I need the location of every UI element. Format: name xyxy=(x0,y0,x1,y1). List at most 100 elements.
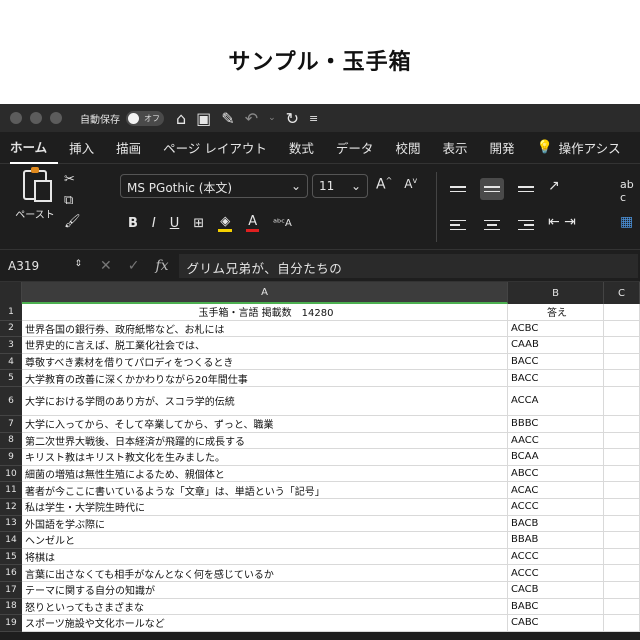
cell-b[interactable]: ACCC xyxy=(508,498,604,516)
cell-b[interactable]: 答え xyxy=(508,304,604,321)
row-header[interactable]: 1 xyxy=(0,304,22,321)
align-left-icon[interactable] xyxy=(446,214,470,236)
cell-a[interactable]: 玉手箱・言語 掲載数 14280 xyxy=(22,304,508,321)
cell-c[interactable] xyxy=(604,515,640,533)
row-header[interactable]: 18 xyxy=(0,598,22,616)
indent-icon[interactable]: ⇤ ⇥ xyxy=(548,214,576,230)
fill-color-button[interactable]: ◈ xyxy=(218,214,233,232)
tab-data[interactable]: データ xyxy=(325,132,385,164)
cell-b[interactable]: ACBC xyxy=(508,320,604,338)
cell-a[interactable]: 世界各国の銀行券、政府紙幣など、お札には xyxy=(22,320,508,338)
cell-c[interactable] xyxy=(604,415,640,433)
cell-b[interactable]: AACC xyxy=(508,432,604,450)
cell-b[interactable]: ACCC xyxy=(508,565,604,582)
column-header-a[interactable]: A xyxy=(22,282,508,304)
cell-c[interactable] xyxy=(604,304,640,321)
cell-a[interactable]: 私は学生・大学院生時代に xyxy=(22,498,508,516)
cell-c[interactable] xyxy=(604,498,640,516)
cell-a[interactable]: スポーツ施設や文化ホールなど xyxy=(22,615,508,632)
cell-a[interactable]: 著者が今ここに書いているような「文章」は、単語という「記号」 xyxy=(22,482,508,499)
cell-c[interactable] xyxy=(604,386,640,416)
insert-function-icon[interactable]: fx xyxy=(155,258,168,274)
name-box[interactable]: A319 ⇕ xyxy=(0,259,90,273)
save-icon[interactable]: ▣ xyxy=(196,109,211,128)
cell-b[interactable]: ACAC xyxy=(508,482,604,499)
cancel-icon[interactable]: ✕ xyxy=(100,258,112,274)
cell-a[interactable]: 第二次世界大戦後、日本経済が飛躍的に成長する xyxy=(22,432,508,450)
confirm-icon[interactable]: ✓ xyxy=(128,258,140,274)
align-center-icon[interactable] xyxy=(480,214,504,236)
cell-b[interactable]: BCAA xyxy=(508,449,604,466)
orientation-icon[interactable]: ↗ xyxy=(548,178,560,194)
cell-c[interactable] xyxy=(604,449,640,466)
row-header[interactable]: 13 xyxy=(0,515,22,533)
align-top-icon[interactable] xyxy=(446,178,470,200)
cell-c[interactable] xyxy=(604,615,640,632)
cell-c[interactable] xyxy=(604,532,640,549)
bold-button[interactable]: B xyxy=(128,216,138,231)
cell-b[interactable]: BBAB xyxy=(508,532,604,549)
merge-cells-icon[interactable]: ▦ xyxy=(620,214,633,230)
cell-b[interactable]: CAAB xyxy=(508,337,604,354)
cell-a[interactable]: 細菌の増殖は無性生殖によるため、親個体と xyxy=(22,465,508,483)
autosave-toggle[interactable]: オフ xyxy=(126,110,164,126)
row-header[interactable]: 16 xyxy=(0,565,22,582)
tab-tell-me[interactable]: 💡 操作アシス xyxy=(525,132,631,164)
cell-b[interactable]: ACCA xyxy=(508,386,604,416)
row-header[interactable]: 3 xyxy=(0,337,22,354)
row-header[interactable]: 9 xyxy=(0,449,22,466)
row-header[interactable]: 10 xyxy=(0,465,22,483)
tab-draw[interactable]: 描画 xyxy=(105,132,152,164)
tab-view[interactable]: 表示 xyxy=(431,132,478,164)
cell-b[interactable]: BACC xyxy=(508,370,604,387)
cell-a[interactable]: 言葉に出さなくても相手がなんとなく何を感じているか xyxy=(22,565,508,582)
phonetic-guide-icon[interactable]: ᵃᵇᶜA xyxy=(273,218,292,229)
home-icon[interactable]: ⌂ xyxy=(176,109,186,128)
paste-button[interactable]: ペースト xyxy=(10,167,60,221)
row-header[interactable]: 19 xyxy=(0,615,22,632)
cell-a[interactable]: テーマに関する自分の知識が xyxy=(22,581,508,599)
tab-developer[interactable]: 開発 xyxy=(478,132,525,164)
row-header[interactable]: 8 xyxy=(0,432,22,450)
row-header[interactable]: 5 xyxy=(0,370,22,387)
cut-icon[interactable]: ✂ xyxy=(64,172,81,187)
align-right-icon[interactable] xyxy=(514,214,538,236)
font-size-select[interactable]: 11 ⌄ xyxy=(312,174,368,198)
row-header[interactable]: 12 xyxy=(0,498,22,516)
select-all-corner[interactable] xyxy=(0,282,22,304)
cell-c[interactable] xyxy=(604,465,640,483)
cell-c[interactable] xyxy=(604,337,640,354)
row-header[interactable]: 17 xyxy=(0,581,22,599)
zoom-window-button[interactable] xyxy=(50,112,62,124)
row-header[interactable]: 15 xyxy=(0,548,22,566)
row-header[interactable]: 6 xyxy=(0,386,22,416)
decrease-font-icon[interactable]: Av xyxy=(404,176,417,193)
tab-home[interactable]: ホーム xyxy=(10,132,59,164)
redo-icon[interactable]: ↻ xyxy=(286,109,299,128)
close-window-button[interactable] xyxy=(10,112,22,124)
tab-formulas[interactable]: 数式 xyxy=(278,132,325,164)
cell-a[interactable]: ヘンゼルと xyxy=(22,532,508,549)
tab-page-layout[interactable]: ページ レイアウト xyxy=(152,132,278,164)
row-header[interactable]: 11 xyxy=(0,482,22,499)
edit-icon[interactable]: ✎ xyxy=(221,109,234,128)
format-painter-icon[interactable]: 🖌 xyxy=(64,214,81,229)
tab-review[interactable]: 校閲 xyxy=(384,132,431,164)
cell-a[interactable]: 外国語を学ぶ際に xyxy=(22,515,508,533)
cell-a[interactable]: 大学に入ってから、そして卒業してから、ずっと、職業 xyxy=(22,415,508,433)
cell-a[interactable]: 尊敬すべき素材を借りてパロディをつくるとき xyxy=(22,353,508,371)
row-header[interactable]: 2 xyxy=(0,320,22,338)
cell-b[interactable]: BACB xyxy=(508,515,604,533)
cell-c[interactable] xyxy=(604,370,640,387)
italic-button[interactable]: I xyxy=(152,216,156,231)
cell-c[interactable] xyxy=(604,548,640,566)
cell-c[interactable] xyxy=(604,565,640,582)
cell-c[interactable] xyxy=(604,581,640,599)
cell-c[interactable] xyxy=(604,598,640,616)
increase-font-icon[interactable]: A^ xyxy=(376,176,392,193)
cell-a[interactable]: キリスト教はキリスト教文化を生みました。 xyxy=(22,449,508,466)
font-color-button[interactable]: A xyxy=(246,214,260,232)
column-header-b[interactable]: B xyxy=(508,282,604,304)
cell-b[interactable]: BACC xyxy=(508,353,604,371)
cell-a[interactable]: 世界史的に言えば、脱工業化社会では、 xyxy=(22,337,508,354)
